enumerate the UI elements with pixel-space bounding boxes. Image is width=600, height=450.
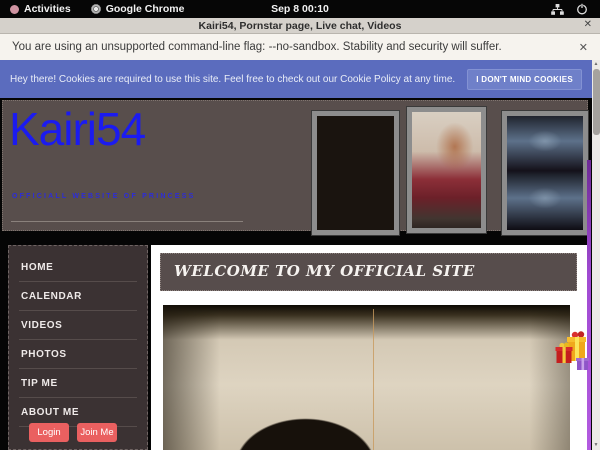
scroll-thumb[interactable] [593, 69, 600, 135]
photo-detail-line [373, 309, 374, 450]
sidebar-item-tip-me[interactable]: TIP ME [19, 369, 137, 398]
sidebar-item-videos[interactable]: VIDEOS [19, 311, 137, 340]
sidebar-item-home[interactable]: HOME [19, 253, 137, 282]
purple-edge-divider [587, 160, 591, 450]
join-button[interactable]: Join Me [77, 423, 117, 442]
header-divider [11, 221, 243, 222]
site-tagline: OFFICIALL WEBSITE OF PRINCESS [12, 193, 195, 200]
scroll-up-button[interactable]: ▲ [592, 60, 600, 69]
app-menu-button[interactable]: Google Chrome [81, 0, 195, 18]
power-icon[interactable] [576, 3, 588, 15]
warning-text: You are using an unsupported command-lin… [12, 41, 502, 53]
sidebar-item-photos[interactable]: PHOTOS [19, 340, 137, 369]
sidebar-item-calendar[interactable]: CALENDAR [19, 282, 137, 311]
warning-bar: You are using an unsupported command-lin… [0, 34, 600, 60]
sidebar-nav: HOME CALENDAR VIDEOS PHOTOS TIP ME ABOUT… [9, 253, 147, 427]
desktop-screen: Activities Google Chrome Sep 8 00:10 [0, 0, 600, 450]
network-icon[interactable] [551, 4, 564, 15]
window-title: Kairi54, Pornstar page, Live chat, Video… [199, 20, 402, 32]
header-photo-thumbnail-1[interactable] [312, 111, 399, 235]
web-page: Kairi54 OFFICIALL WEBSITE OF PRINCESS HO… [0, 98, 592, 450]
warning-close-button[interactable]: ✕ [579, 41, 588, 54]
login-button[interactable]: Login [29, 423, 69, 442]
cookie-message: Hey there! Cookies are required to use t… [10, 74, 455, 85]
cookie-banner: Hey there! Cookies are required to use t… [0, 60, 592, 98]
header-photo-thumbnail-3[interactable] [502, 111, 588, 235]
app-menu-label: Google Chrome [106, 3, 185, 15]
scroll-down-button[interactable]: ▼ [592, 441, 600, 450]
header-photo-thumbnail-2[interactable] [407, 107, 486, 233]
site-title[interactable]: Kairi54 [9, 103, 145, 156]
main-photo [163, 305, 570, 450]
main-content: WELCOME TO MY OFFICIAL SITE [151, 245, 587, 450]
cookie-accept-button[interactable]: I DON'T MIND COOKIES [467, 69, 582, 90]
site-header: Kairi54 OFFICIALL WEBSITE OF PRINCESS [2, 100, 588, 231]
sidebar: HOME CALENDAR VIDEOS PHOTOS TIP ME ABOUT… [8, 245, 148, 450]
gift-icon[interactable] [555, 327, 592, 374]
system-top-bar: Activities Google Chrome Sep 8 00:10 [0, 0, 600, 18]
activities-label: Activities [24, 3, 71, 15]
welcome-heading: WELCOME TO MY OFFICIAL SITE [160, 253, 577, 291]
activities-icon [10, 5, 19, 14]
window-close-button[interactable]: ✕ [584, 19, 592, 30]
scrollbar[interactable]: ▲ ▼ [592, 60, 600, 450]
chrome-icon [91, 4, 101, 14]
activities-button[interactable]: Activities [0, 0, 81, 18]
window-title-bar: Kairi54, Pornstar page, Live chat, Video… [0, 18, 600, 34]
